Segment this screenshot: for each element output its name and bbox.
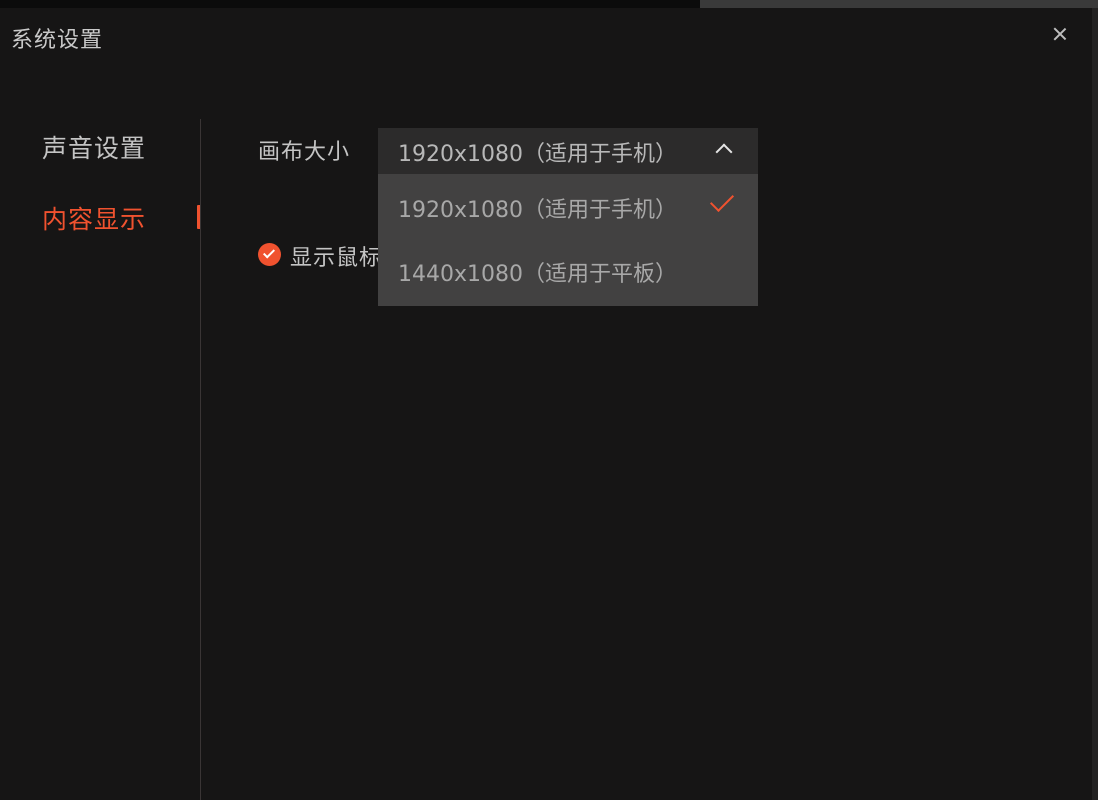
settings-window: 系统设置 声音设置 内容显示 画布大小 显示鼠标 1920x1080（适用于手机… [0,0,1098,800]
dropdown-option[interactable]: 1440x1080（适用于平板） [378,240,758,306]
sidebar-item-sound-settings[interactable]: 声音设置 [42,129,146,165]
chevron-up-icon [715,143,733,161]
sidebar-divider [200,119,201,800]
tick-icon [262,246,276,259]
close-icon[interactable] [1050,24,1070,44]
top-strip-segment [700,0,1098,8]
canvas-size-label: 画布大小 [258,140,351,165]
option-label: 1440x1080（适用于平板） [398,262,677,287]
top-strip [0,0,1098,8]
checked-icon [258,243,281,266]
dropdown-option[interactable]: 1920x1080（适用于手机） [378,174,758,240]
canvas-size-selected-value: 1920x1080（适用于手机） [398,142,677,167]
canvas-size-select[interactable]: 1920x1080（适用于手机） [378,128,758,174]
canvas-size-dropdown: 1920x1080（适用于手机） 1440x1080（适用于平板） [378,174,758,306]
window-edge [1092,8,1098,800]
option-label: 1920x1080（适用于手机） [398,198,677,223]
sidebar-item-content-display[interactable]: 内容显示 [42,200,146,236]
show-cursor-label: 显示鼠标 [290,246,383,271]
checkmark-icon [709,187,735,213]
window-title: 系统设置 [11,28,104,53]
